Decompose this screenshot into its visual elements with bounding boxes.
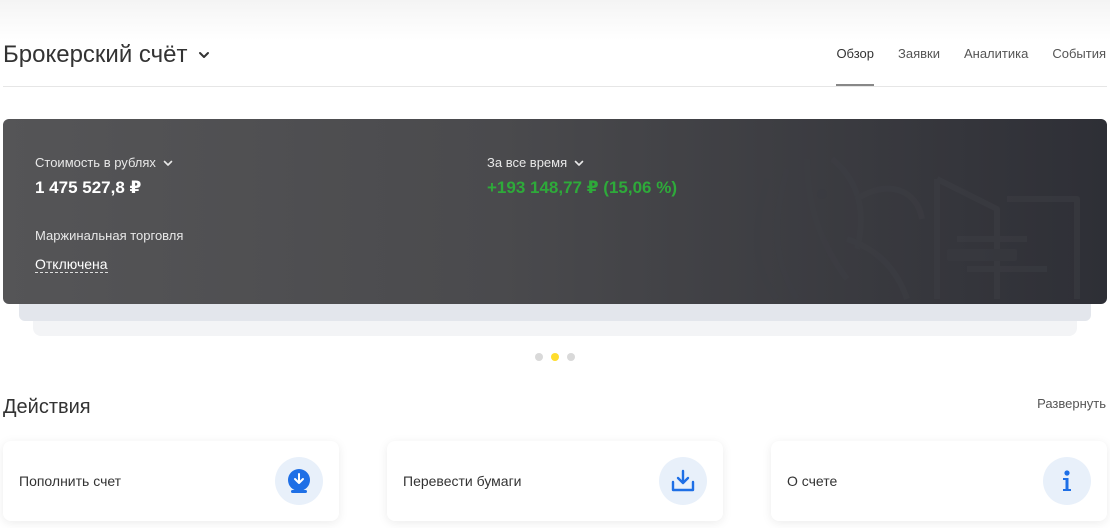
info-icon (1043, 457, 1091, 505)
period-label: За все время (487, 155, 568, 170)
tab-overview[interactable]: Обзор (836, 46, 874, 86)
tab-orders[interactable]: Заявки (898, 46, 940, 86)
deposit-action-card[interactable]: Пополнить счет (3, 441, 339, 521)
profit-value: +193 148,77 ₽ (15,06 %) (487, 178, 677, 197)
carousel-dot-1[interactable] (535, 353, 543, 361)
chevron-down-icon (199, 52, 210, 58)
action-label: Пополнить счет (19, 473, 122, 489)
action-label: Перевести бумаги (403, 473, 522, 489)
expand-button[interactable]: Развернуть (1037, 396, 1106, 411)
period-selector[interactable]: За все время (487, 155, 677, 170)
chevron-down-icon (163, 160, 173, 166)
lion-emblem-icon (754, 156, 1080, 301)
tab-analytics[interactable]: Аналитика (964, 46, 1028, 86)
margin-status-link[interactable]: Отключена (35, 256, 108, 273)
carousel-dots (535, 353, 575, 361)
deposit-icon (275, 457, 323, 505)
carousel-dot-2[interactable] (551, 353, 559, 361)
portfolio-value: 1 475 527,8 ₽ (35, 178, 142, 197)
profit-block: За все время +193 148,77 ₽ (15,06 %) (487, 155, 677, 198)
actions-title: Действия (3, 396, 91, 418)
transfer-securities-icon (659, 457, 707, 505)
account-selector[interactable]: Брокерский счёт (3, 41, 211, 69)
margin-trading-block: Маржинальная торговля Отключена (35, 228, 183, 274)
portfolio-value-block: Стоимость в рублях 1 475 527,8 ₽ (35, 155, 174, 198)
header-divider (3, 86, 1107, 87)
transfer-securities-action-card[interactable]: Перевести бумаги (387, 441, 723, 521)
action-label: О счете (787, 473, 838, 489)
portfolio-summary-card: Стоимость в рублях 1 475 527,8 ₽ За все … (3, 119, 1107, 304)
margin-label: Маржинальная торговля (35, 228, 184, 243)
tab-bar: Обзор Заявки Аналитика События (836, 46, 1106, 86)
page-header: Брокерский счёт Обзор Заявки Аналитика С… (0, 30, 1110, 87)
carousel-dot-3[interactable] (567, 353, 575, 361)
account-info-action-card[interactable]: О счете (771, 441, 1107, 521)
chevron-down-icon (574, 160, 584, 166)
account-title: Брокерский счёт (3, 41, 188, 68)
value-currency-selector[interactable]: Стоимость в рублях (35, 155, 174, 170)
value-label: Стоимость в рублях (35, 155, 156, 170)
tab-events[interactable]: События (1052, 46, 1106, 86)
